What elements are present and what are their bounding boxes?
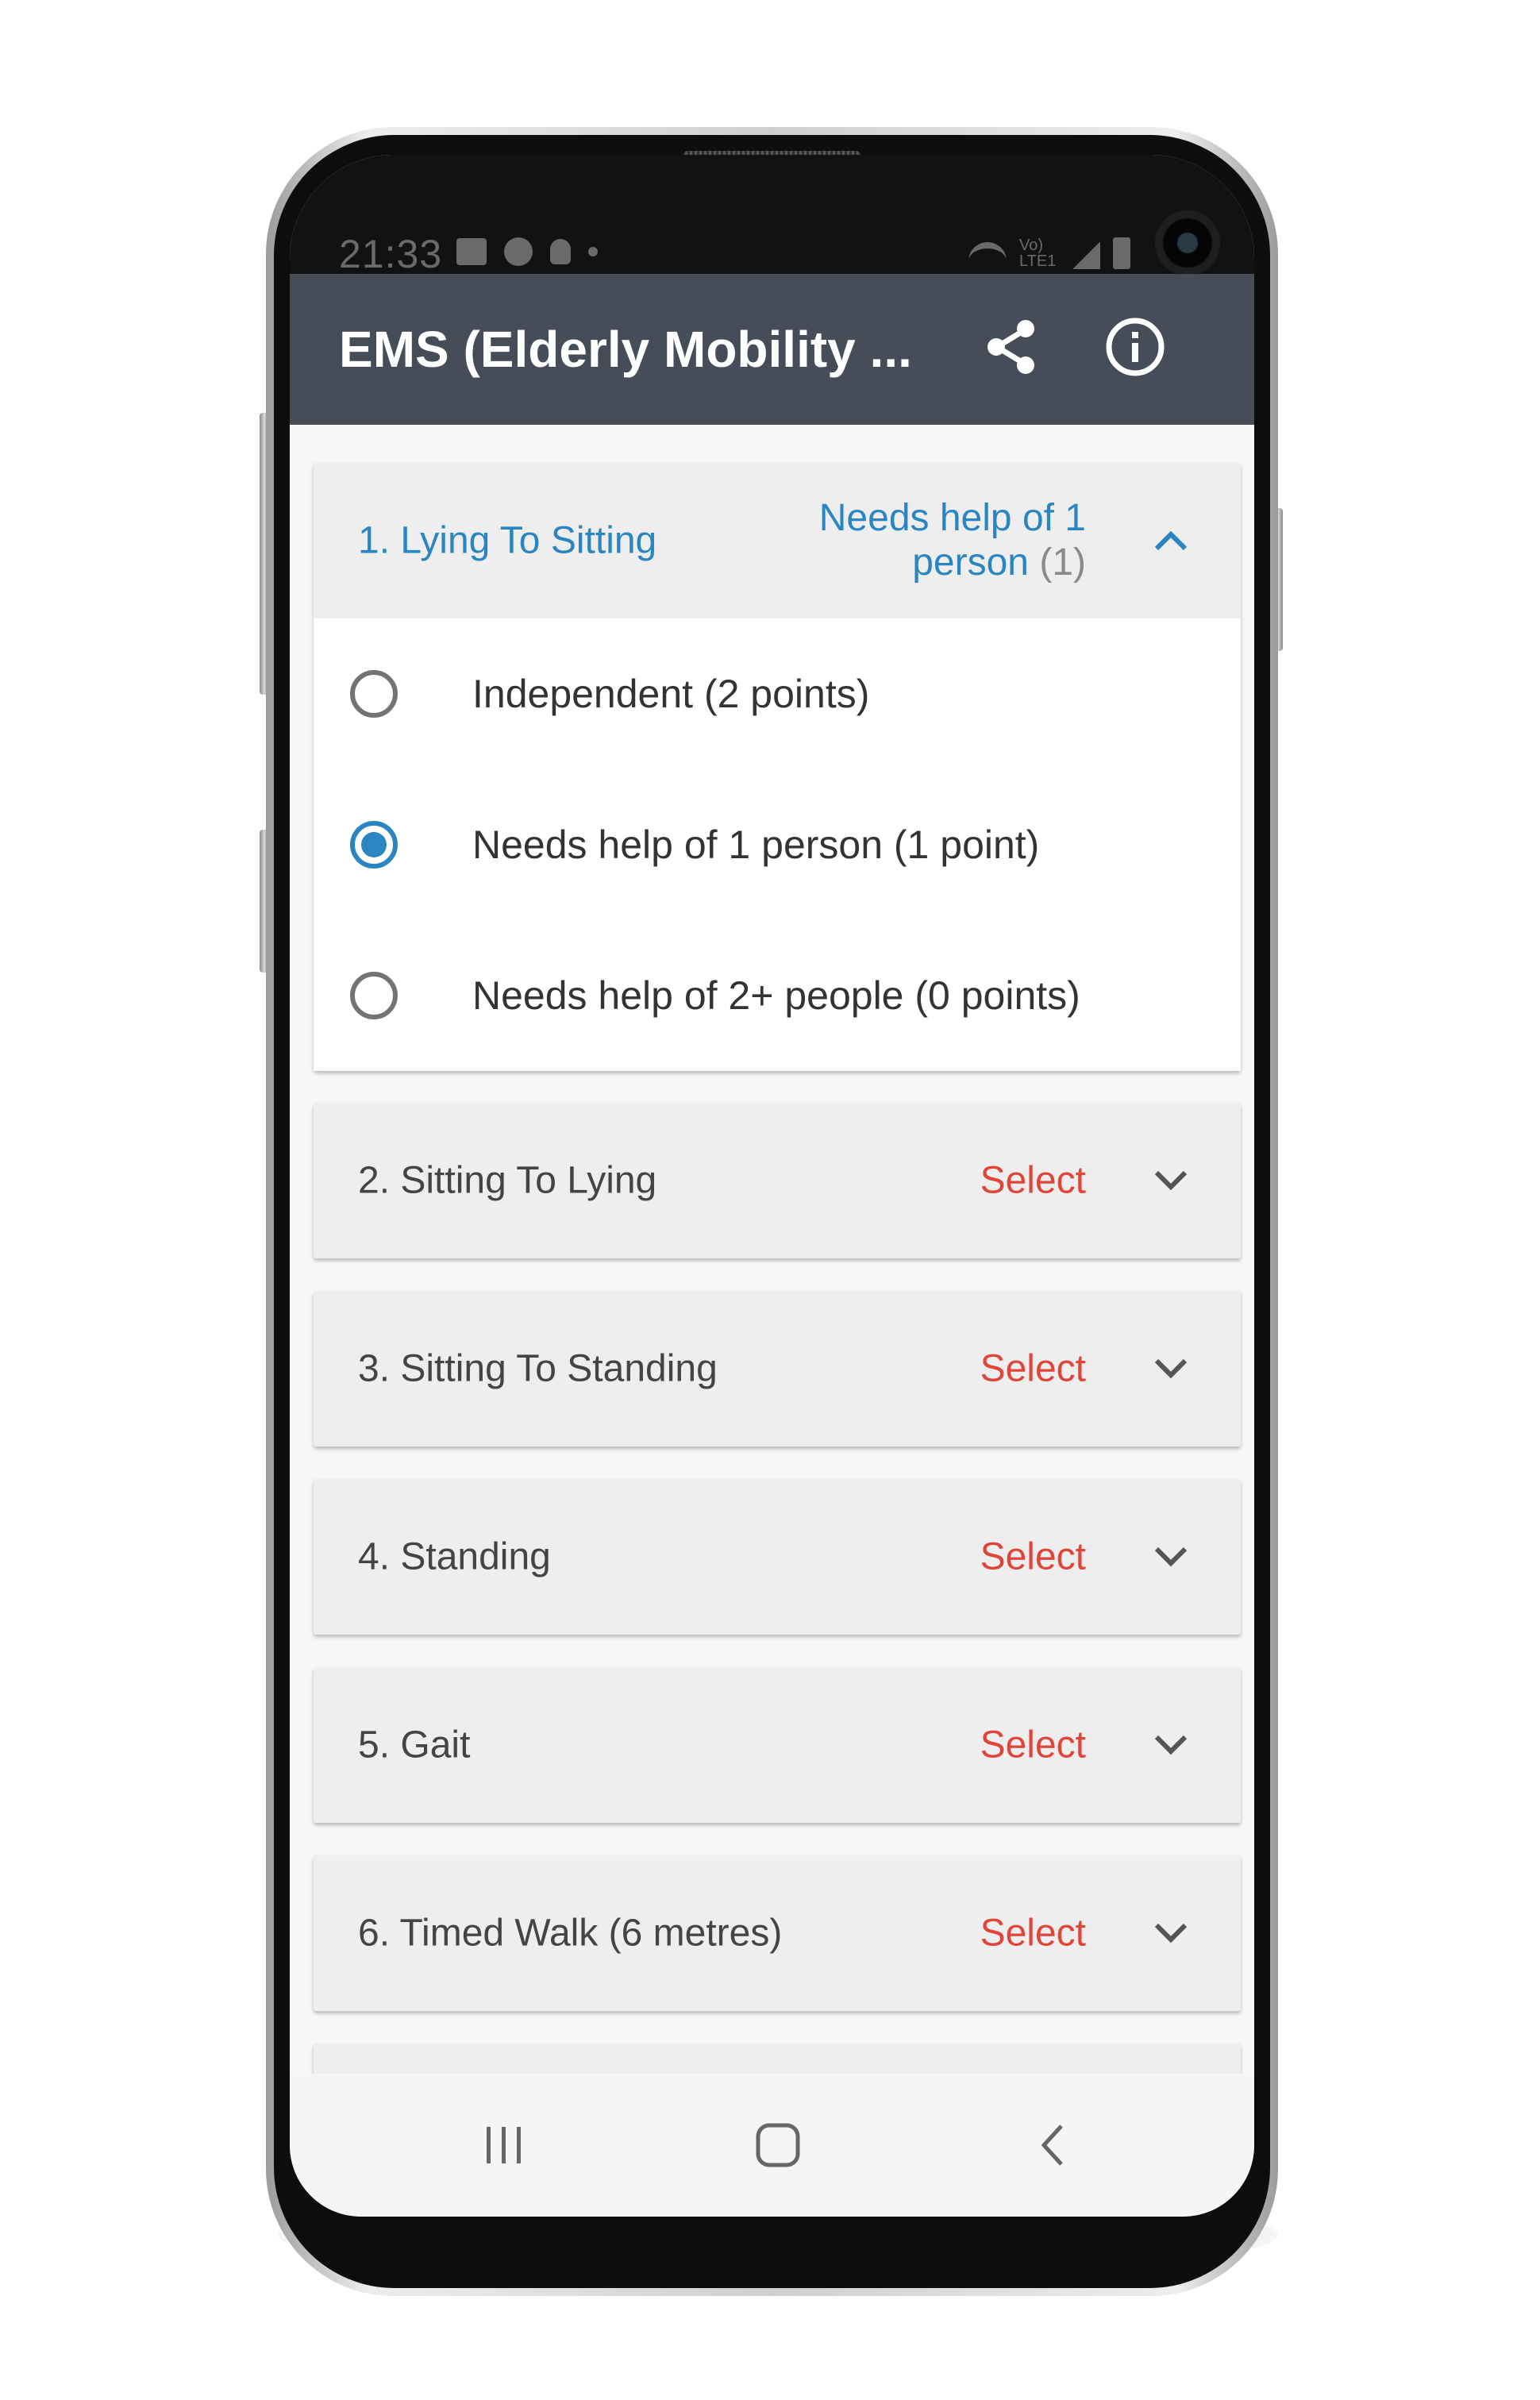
section-card: 5. Gait Select [314,1667,1241,1823]
radio-label: Needs help of 1 person (1 point) [472,822,1040,867]
section-header[interactable]: 5. Gait Select [314,1667,1241,1823]
back-icon [1041,2125,1063,2166]
status-time: 21:33 [339,232,443,276]
system-icons: Vo) LTE1 [968,237,1130,269]
chevron-down-icon [1154,1735,1188,1755]
section-card: 4. Standing Select [314,1479,1241,1635]
app-notification-icon [504,237,533,266]
home-icon [756,2123,800,2167]
chevron-down-icon [1154,1358,1188,1379]
wifi-icon [968,242,1007,269]
front-camera [1155,210,1220,275]
section-title: 2. Sitting To Lying [358,1159,657,1202]
section-card: 3. Sitting To Standing Select [314,1291,1241,1447]
expand-button[interactable] [1147,1533,1195,1581]
share-icon [988,320,1034,374]
section-title: 1. Lying To Sitting [358,519,657,562]
radio-label: Needs help of 2+ people (0 points) [472,973,1080,1018]
radio-button-selected[interactable] [350,821,398,869]
chevron-up-icon [1154,530,1188,551]
section-card-partial [314,2044,1241,2074]
expand-button[interactable] [1147,1721,1195,1769]
page-title: EMS (Elderly Mobility ... [339,321,912,378]
chevron-down-icon [1154,1923,1188,1943]
gallery-icon [456,238,487,265]
navigation-bar [290,2074,1254,2217]
radio-button[interactable] [350,670,398,718]
collapse-button[interactable] [1147,517,1195,564]
section-title: 6. Timed Walk (6 metres) [358,1912,783,1955]
share-button[interactable] [980,315,1044,379]
volte-icon: Vo) LTE1 [1019,237,1057,270]
radio-option[interactable]: Needs help of 1 person (1 point) [314,769,1241,920]
chevron-down-icon [1154,1547,1188,1567]
section-value: Select [980,1724,1086,1766]
bulb-icon [550,239,571,264]
status-bar: 21:33 Vo) LTE1 [290,155,1254,276]
phone-frame: 21:33 Vo) LTE1 EMS (Elderly Mobility ...… [266,127,1278,2296]
section-value: Select [980,1912,1086,1955]
assessment-list: 1. Lying To Sitting Needs help of 1 pers… [290,425,1254,2074]
recents-icon [487,2127,521,2163]
section-title: 4. Standing [358,1535,551,1578]
section-value: Select [980,1159,1086,1202]
info-button[interactable] [1103,315,1167,379]
section-score: (1) [1039,541,1086,584]
radio-group: Independent (2 points) Needs help of 1 p… [314,618,1241,1071]
screen: 21:33 Vo) LTE1 EMS (Elderly Mobility ...… [290,155,1254,2217]
section-value: Needs help of 1 person (1) [800,496,1086,585]
notification-icons [456,237,598,266]
section-card: 2. Sitting To Lying Select [314,1103,1241,1258]
radio-label: Independent (2 points) [472,672,870,716]
section-title: 5. Gait [358,1724,471,1766]
radio-option[interactable]: Independent (2 points) [314,618,1241,769]
back-button[interactable] [1016,2113,1088,2177]
section-header[interactable]: 1. Lying To Sitting Needs help of 1 pers… [314,463,1241,618]
radio-button[interactable] [350,972,398,1019]
section-header[interactable]: 2. Sitting To Lying Select [314,1103,1241,1258]
battery-icon [1113,237,1130,269]
expand-button[interactable] [1147,1345,1195,1393]
section-value: Select [980,1347,1086,1390]
section-header[interactable]: 4. Standing Select [314,1479,1241,1635]
recents-button[interactable] [468,2113,540,2177]
section-header[interactable]: 6. Timed Walk (6 metres) Select [314,1855,1241,2011]
radio-option[interactable]: Needs help of 2+ people (0 points) [314,920,1241,1071]
phone-body: 21:33 Vo) LTE1 EMS (Elderly Mobility ...… [274,135,1270,2288]
more-notifications-icon [588,247,598,256]
section-card: 6. Timed Walk (6 metres) Select [314,1855,1241,2011]
section-header[interactable]: 3. Sitting To Standing Select [314,1291,1241,1447]
section-value: Select [980,1535,1086,1578]
expand-button[interactable] [1147,1157,1195,1204]
expand-button[interactable] [1147,1909,1195,1957]
home-button[interactable] [742,2113,814,2177]
app-bar: EMS (Elderly Mobility ... [290,274,1254,425]
section-card: 1. Lying To Sitting Needs help of 1 pers… [314,463,1241,1071]
chevron-down-icon [1154,1170,1188,1191]
info-icon [1106,318,1165,376]
section-title: 3. Sitting To Standing [358,1347,718,1390]
signal-icon [1072,242,1100,269]
